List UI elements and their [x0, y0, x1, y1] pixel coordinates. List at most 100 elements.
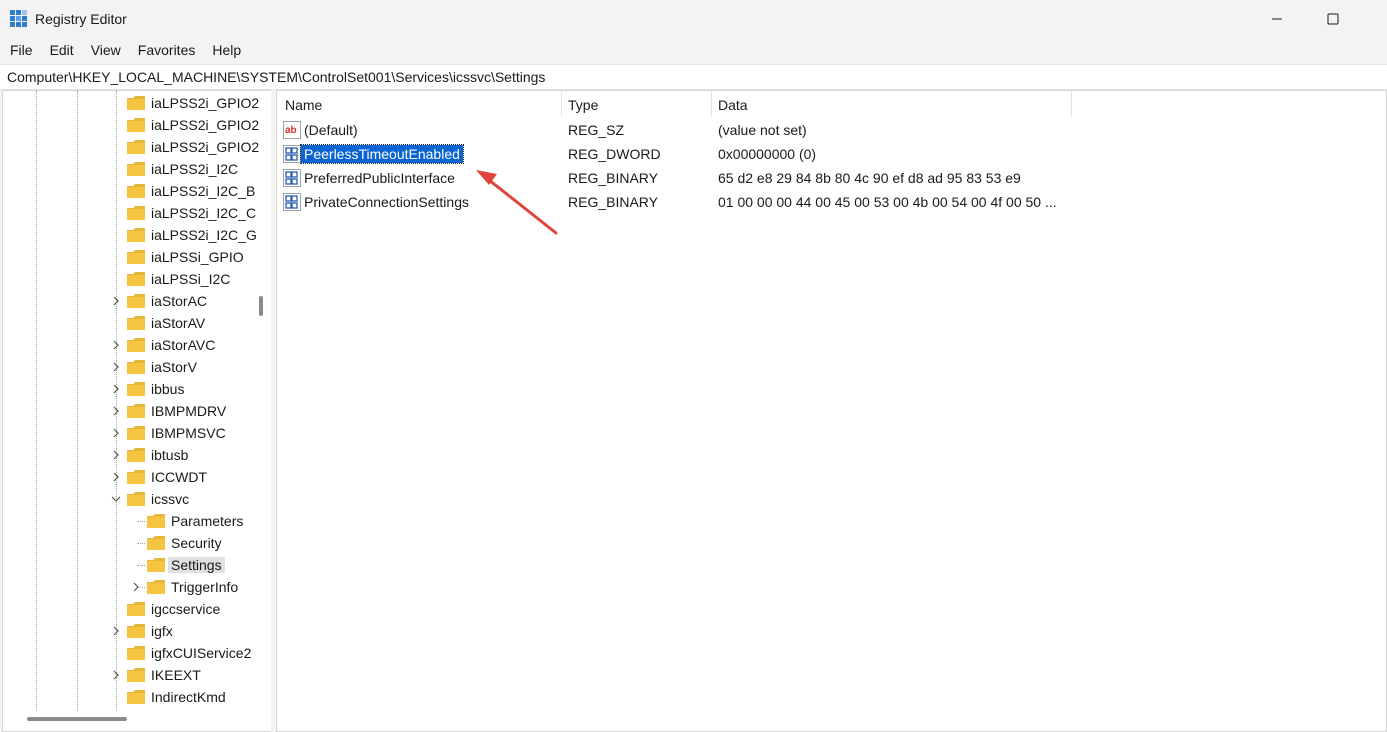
menu-help[interactable]: Help	[202, 38, 248, 62]
tree-connector	[137, 543, 145, 544]
menu-edit[interactable]: Edit	[40, 38, 81, 62]
chevron-right-icon[interactable]	[111, 295, 121, 307]
tree-item[interactable]: IndirectKmd	[3, 686, 253, 708]
tree-connector	[137, 565, 145, 566]
value-row[interactable]: PrivateConnectionSettings REG_BINARY 01 00…	[277, 190, 1377, 214]
tree-item[interactable]: iaLPSSi_GPIO	[3, 246, 253, 268]
tree-item-label: iaLPSSi_I2C	[151, 271, 231, 287]
tree-item[interactable]: iaLPSS2i_I2C_G	[3, 224, 257, 246]
menu-favorites[interactable]: Favorites	[128, 38, 203, 62]
address-bar[interactable]: Computer\HKEY_LOCAL_MACHINE\SYSTEM\Contr…	[0, 64, 1387, 90]
tree-vertical-scrollbar[interactable]	[259, 296, 263, 316]
minimize-button[interactable]	[1254, 0, 1300, 38]
tree-item[interactable]: igfx	[3, 620, 253, 642]
column-header-type[interactable]: Type	[568, 97, 598, 113]
folder-icon	[127, 382, 145, 396]
values-list-pane[interactable]: Name Type Data ab (Default) REG_SZ (value n…	[276, 90, 1387, 732]
tree-item[interactable]: iaLPSS2i_GPIO2	[3, 136, 259, 158]
column-header-data[interactable]: Data	[718, 97, 748, 113]
value-row[interactable]: PreferredPublicInterface REG_BINARY 65 d2 …	[277, 166, 1377, 190]
chevron-down-icon[interactable]	[111, 493, 121, 505]
tree-item-label: TriggerInfo	[171, 579, 239, 595]
column-header-name[interactable]: Name	[285, 97, 322, 113]
key-tree-pane[interactable]: iaLPSS2i_GPIO2 iaLPSS2i_GPIO2 iaLPSS2i_GPI…	[2, 90, 272, 732]
chevron-right-icon[interactable]	[111, 471, 121, 483]
value-name: PeerlessTimeoutEnabled	[300, 144, 464, 164]
menu-view[interactable]: View	[81, 38, 128, 62]
folder-icon	[127, 338, 145, 352]
chevron-right-icon[interactable]	[111, 625, 121, 637]
tree-item[interactable]: ibtusb	[3, 444, 253, 466]
tree-item-label: iaLPSS2i_I2C_C	[151, 205, 257, 221]
tree-item-label: iaLPSS2i_I2C_G	[151, 227, 257, 243]
value-data: 65 d2 e8 29 84 8b 80 4c 90 ef d8 ad 95 8…	[718, 170, 1021, 186]
value-row[interactable]: ab (Default) REG_SZ (value not set)	[277, 118, 1377, 142]
folder-icon	[127, 228, 145, 242]
tree-item[interactable]: iaStorAC	[3, 290, 253, 312]
address-path[interactable]: Computer\HKEY_LOCAL_MACHINE\SYSTEM\Contr…	[7, 69, 545, 85]
maximize-icon	[1327, 13, 1339, 25]
string-value-icon: ab	[283, 121, 301, 139]
column-divider[interactable]	[711, 91, 712, 117]
tree-item[interactable]: IKEEXT	[3, 664, 253, 686]
chevron-right-icon[interactable]	[111, 339, 121, 351]
tree-item-label: iaLPSS2i_I2C	[151, 161, 239, 177]
chevron-right-icon[interactable]	[111, 383, 121, 395]
value-row[interactable]: PeerlessTimeoutEnabled REG_DWORD 0x0000000…	[277, 142, 1377, 166]
tree-item[interactable]: igfxCUIService2	[3, 642, 253, 664]
chevron-right-icon[interactable]	[111, 427, 121, 439]
value-type: REG_SZ	[568, 122, 625, 138]
tree-item[interactable]: ICCWDT	[3, 466, 253, 488]
tree-horizontal-scrollbar[interactable]	[27, 717, 127, 721]
tree-item[interactable]: icssvc	[3, 488, 253, 510]
tree-item[interactable]: TriggerInfo	[3, 576, 253, 598]
tree-item-label: Settings	[168, 557, 225, 573]
tree-item[interactable]: iaLPSS2i_I2C	[3, 158, 253, 180]
folder-icon	[127, 426, 145, 440]
tree-item[interactable]: igccservice	[3, 598, 253, 620]
tree-item[interactable]: iaLPSS2i_I2C_B	[3, 180, 256, 202]
folder-icon	[127, 140, 145, 154]
column-divider[interactable]	[1071, 91, 1072, 117]
tree-item[interactable]: iaStorAVC	[3, 334, 253, 356]
tree-item[interactable]: iaLPSS2i_GPIO2	[3, 92, 259, 114]
value-data: (value not set)	[718, 122, 807, 138]
folder-icon	[127, 250, 145, 264]
folder-icon	[147, 558, 165, 572]
chevron-right-icon[interactable]	[111, 405, 121, 417]
tree-item-label: iaStorAVC	[151, 337, 216, 353]
folder-icon	[127, 118, 145, 132]
tree-item-label: igccservice	[151, 601, 221, 617]
chevron-right-icon[interactable]	[111, 449, 121, 461]
tree-item[interactable]: iaLPSS2i_I2C_C	[3, 202, 257, 224]
tree-item[interactable]: Security	[3, 532, 253, 554]
tree-item-label: iaLPSS2i_GPIO2	[151, 117, 260, 133]
menu-file[interactable]: File	[0, 38, 40, 62]
minimize-icon	[1272, 18, 1282, 20]
title-bar: Registry Editor	[0, 0, 1387, 38]
tree-item-label: igfxCUIService2	[151, 645, 252, 661]
tree-item[interactable]: iaStorAV	[3, 312, 253, 334]
chevron-right-icon[interactable]	[111, 361, 121, 373]
maximize-button[interactable]	[1310, 0, 1356, 38]
tree-item[interactable]: Parameters	[3, 510, 253, 532]
folder-icon	[127, 96, 145, 110]
chevron-right-icon[interactable]	[111, 669, 121, 681]
tree-item[interactable]: Settings	[3, 554, 253, 576]
tree-item[interactable]: IBMPMDRV	[3, 400, 253, 422]
tree-item-label: Security	[171, 535, 222, 551]
tree-item[interactable]: iaLPSSi_I2C	[3, 268, 253, 290]
column-divider[interactable]	[561, 91, 562, 117]
tree-item[interactable]: IBMPMSVC	[3, 422, 253, 444]
tree-connector	[137, 521, 145, 522]
tree-item-label: IBMPMDRV	[151, 403, 227, 419]
chevron-right-icon[interactable]	[131, 581, 141, 593]
tree-item-label: iaLPSSi_GPIO	[151, 249, 244, 265]
tree-item[interactable]: iaLPSS2i_GPIO2	[3, 114, 259, 136]
folder-icon	[127, 294, 145, 308]
tree-item[interactable]: iaStorV	[3, 356, 253, 378]
tree-item-label: iaLPSS2i_I2C_B	[151, 183, 256, 199]
tree-item[interactable]: ibbus	[3, 378, 253, 400]
value-name: PreferredPublicInterface	[304, 170, 455, 186]
folder-icon	[127, 184, 145, 198]
